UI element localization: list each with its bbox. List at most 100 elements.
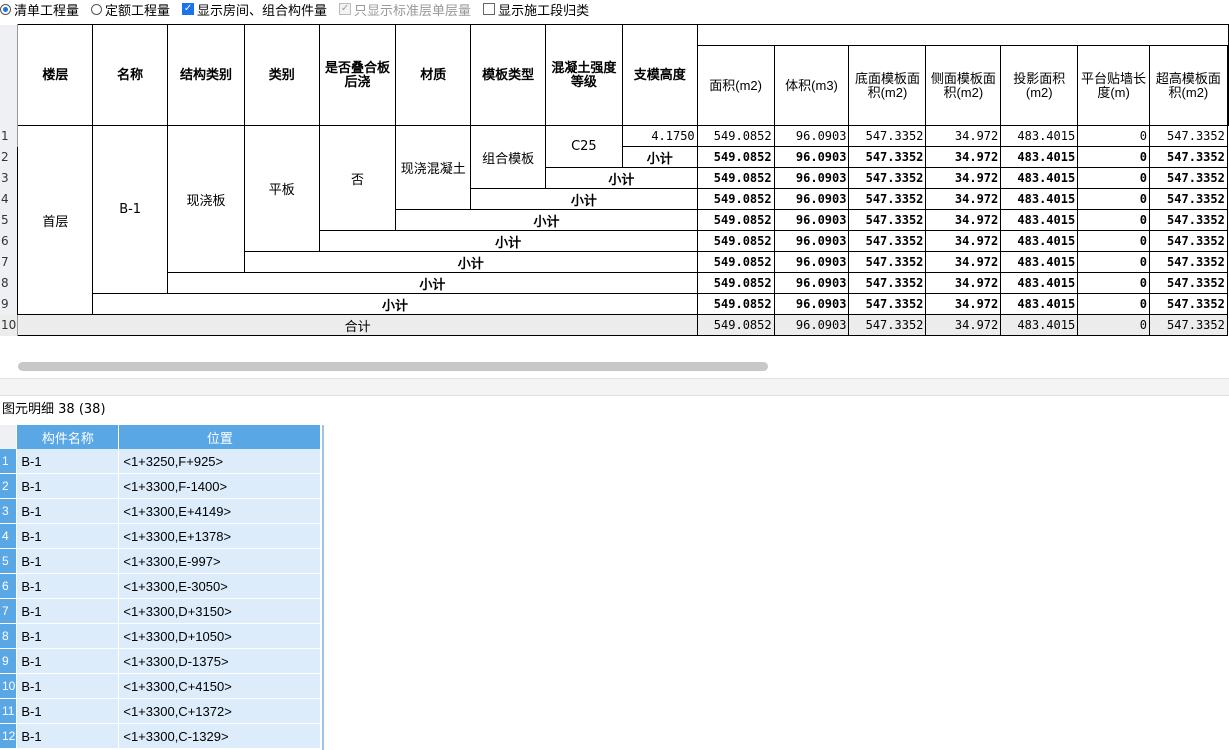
radio-quota-quantity[interactable]: 定额工程量 [91,0,170,18]
cell-subtotal[interactable]: 小计 [395,209,698,231]
radio-bill-quantity[interactable]: 清单工程量 [0,0,79,18]
component-position[interactable]: <1+3300,C+1372> [118,698,322,724]
component-position[interactable]: <1+3300,D+1050> [118,623,322,649]
component-position[interactable]: <1+3300,F-1400> [118,473,322,499]
list-item[interactable]: 4 B-1 <1+3300,E+1378> [0,523,322,549]
cell-structure-type[interactable]: 现浇板 [167,125,245,273]
cell-projection-area[interactable]: 483.4015 [1000,251,1079,273]
cell-area[interactable]: 549.0852 [696,272,775,294]
header-name[interactable]: 名称 [92,24,169,126]
list-item[interactable]: 2 B-1 <1+3300,F-1400> [0,473,322,499]
cell-projection-area[interactable]: 483.4015 [1000,209,1079,231]
header-overheight-formwork[interactable]: 超高模板面积(m2) [1148,45,1228,126]
table-row[interactable]: 8 小计 549.0852 96.0903 547.3352 34.972 48… [0,272,1229,294]
cell-volume[interactable]: 96.0903 [773,125,850,147]
horizontal-scrollbar[interactable] [18,362,768,371]
header-position[interactable]: 位置 [118,425,322,449]
component-name[interactable]: B-1 [16,473,120,499]
cell-bottom-formwork[interactable]: 547.3352 [848,314,927,336]
radio-indicator[interactable] [91,3,103,15]
cell-projection-area[interactable]: 483.4015 [1000,314,1079,336]
table-row[interactable]: 1 首层 B-1 现浇板 平板 否 现浇混凝土 组合模板 C25 4.1750 … [0,125,1229,315]
cell-overheight-formwork[interactable]: 547.3352 [1148,209,1228,231]
cell-bottom-formwork[interactable]: 547.3352 [848,146,927,168]
list-item[interactable]: 10 B-1 <1+3300,C+4150> [0,673,322,699]
cell-platform-wall-length[interactable]: 0 [1077,125,1150,147]
cell-subtotal[interactable]: 小计 [470,188,698,210]
cell-platform-wall-length[interactable]: 0 [1077,314,1150,336]
component-name[interactable]: B-1 [16,498,120,524]
list-item[interactable]: 9 B-1 <1+3300,D-1375> [0,648,322,674]
cell-overheight-formwork[interactable]: 547.3352 [1148,230,1228,252]
cell-projection-area[interactable]: 483.4015 [1000,293,1079,315]
checkbox-show-construction-segment[interactable]: 显示施工段归类 [483,0,589,18]
component-name[interactable]: B-1 [16,548,120,574]
header-laminated[interactable]: 是否叠合板后浇 [318,24,397,126]
cell-subtotal[interactable]: 小计 [167,272,698,294]
cell-subtotal[interactable]: 小计 [243,251,698,273]
header-projection-area[interactable]: 投影面积(m2) [1000,45,1079,126]
cell-bottom-formwork[interactable]: 547.3352 [848,272,927,294]
component-name[interactable]: B-1 [16,573,120,599]
cell-bottom-formwork[interactable]: 547.3352 [848,230,927,252]
cell-area[interactable]: 549.0852 [696,209,775,231]
header-platform-wall-length[interactable]: 平台贴墙长度(m) [1077,45,1150,126]
header-material[interactable]: 材质 [395,24,472,126]
cell-projection-area[interactable]: 483.4015 [1000,188,1079,210]
header-formwork-type[interactable]: 模板类型 [470,24,547,126]
cell-volume[interactable]: 96.0903 [773,146,850,168]
list-item[interactable]: 12 B-1 <1+3300,C-1329> [0,723,322,749]
cell-platform-wall-length[interactable]: 0 [1077,209,1150,231]
cell-area[interactable]: 549.0852 [696,188,775,210]
cell-side-formwork[interactable]: 34.972 [925,167,1002,189]
cell-volume[interactable]: 96.0903 [773,314,850,336]
header-component-name[interactable]: 构件名称 [16,425,120,449]
total-row[interactable]: 10 合计 549.0852 96.0903 547.3352 34.972 4… [0,314,1229,336]
cell-formwork-type[interactable]: 组合模板 [470,125,547,189]
cell-volume[interactable]: 96.0903 [773,230,850,252]
cell-area[interactable]: 549.0852 [696,314,775,336]
cell-platform-wall-length[interactable]: 0 [1077,167,1150,189]
header-bottom-formwork[interactable]: 底面模板面积(m2) [848,45,927,126]
cell-material[interactable]: 现浇混凝土 [395,125,472,210]
header-concrete-grade[interactable]: 混凝土强度等级 [545,24,623,126]
radio-indicator[interactable] [0,3,11,15]
cell-platform-wall-length[interactable]: 0 [1077,188,1150,210]
checkbox-indicator[interactable]: ✓ [182,3,195,15]
cell-volume[interactable]: 96.0903 [773,188,850,210]
cell-area[interactable]: 549.0852 [696,146,775,168]
header-floor[interactable]: 楼层 [17,24,94,126]
cell-volume[interactable]: 96.0903 [773,293,850,315]
list-item[interactable]: 1 B-1 <1+3250,F+925> [0,449,322,474]
cell-volume[interactable]: 96.0903 [773,272,850,294]
checkbox-standard-floor-only[interactable]: ✓ 只显示标准层单层量 [339,0,471,18]
cell-subtotal[interactable]: 小计 [621,146,698,168]
cell-overheight-formwork[interactable]: 547.3352 [1148,314,1228,336]
cell-projection-area[interactable]: 483.4015 [1000,146,1079,168]
header-structure-type[interactable]: 结构类别 [167,24,245,126]
cell-side-formwork[interactable]: 34.972 [925,293,1002,315]
header-side-formwork[interactable]: 侧面模板面积(m2) [925,45,1002,126]
header-category[interactable]: 类别 [243,24,320,126]
cell-projection-area[interactable]: 483.4015 [1000,230,1079,252]
component-name[interactable]: B-1 [16,523,120,549]
header-area[interactable]: 面积(m2) [696,45,775,126]
cell-overheight-formwork[interactable]: 547.3352 [1148,167,1228,189]
cell-bottom-formwork[interactable]: 547.3352 [848,293,927,315]
component-name[interactable]: B-1 [16,698,120,724]
list-item[interactable]: 7 B-1 <1+3300,D+3150> [0,598,322,624]
cell-overheight-formwork[interactable]: 547.3352 [1148,146,1228,168]
cell-subtotal[interactable]: 小计 [318,230,698,252]
cell-bottom-formwork[interactable]: 547.3352 [848,125,927,147]
cell-projection-area[interactable]: 483.4015 [1000,167,1079,189]
cell-side-formwork[interactable]: 34.972 [925,314,1002,336]
cell-side-formwork[interactable]: 34.972 [925,272,1002,294]
component-position[interactable]: <1+3300,E+4149> [118,498,322,524]
cell-volume[interactable]: 96.0903 [773,167,850,189]
list-item[interactable]: 3 B-1 <1+3300,E+4149> [0,498,322,524]
cell-bottom-formwork[interactable]: 547.3352 [848,188,927,210]
cell-area[interactable]: 549.0852 [696,125,775,147]
cell-side-formwork[interactable]: 34.972 [925,188,1002,210]
cell-volume[interactable]: 96.0903 [773,209,850,231]
cell-name[interactable]: B-1 [92,125,169,294]
